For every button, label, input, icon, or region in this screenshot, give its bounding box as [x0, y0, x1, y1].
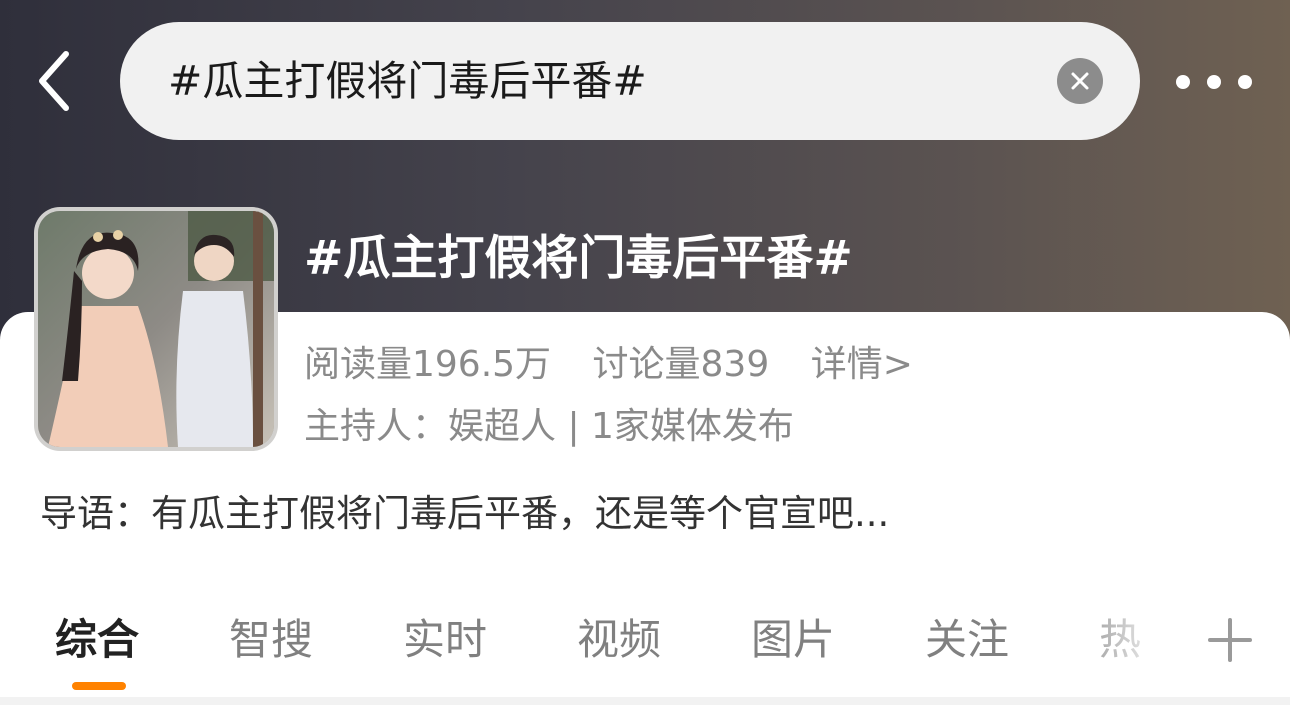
tab-following[interactable]: 关注	[925, 608, 1009, 672]
tab-bar: 综合 智搜 实时 视频 图片 关注 热	[0, 608, 1290, 672]
topic-stats: 阅读量196.5万 讨论量839 详情>	[304, 340, 913, 390]
active-tab-indicator	[72, 682, 126, 690]
add-tab-button[interactable]	[1202, 612, 1258, 668]
more-dot-icon	[1176, 75, 1190, 89]
search-input[interactable]	[168, 22, 1028, 140]
discussion-count: 讨论量839	[592, 344, 770, 385]
back-button[interactable]	[26, 46, 82, 116]
tab-images[interactable]: 图片	[751, 608, 835, 672]
tab-video[interactable]: 视频	[577, 608, 661, 672]
plus-icon	[1208, 618, 1252, 662]
detail-link[interactable]: 详情>	[811, 340, 913, 390]
clear-search-button[interactable]	[1057, 58, 1103, 104]
cover-photo	[38, 211, 274, 447]
tab-realtime[interactable]: 实时	[403, 608, 487, 672]
topic-host: 主持人：娱超人 | 1家媒体发布	[304, 406, 794, 447]
search-bar	[120, 22, 1140, 140]
chevron-left-icon	[39, 51, 69, 111]
more-dot-icon	[1238, 75, 1252, 89]
close-icon	[1071, 72, 1089, 90]
more-options-button[interactable]	[1176, 62, 1252, 102]
topic-title: #瓜主打假将门毒后平番#	[304, 231, 853, 286]
more-dot-icon	[1207, 75, 1221, 89]
topic-cover-image[interactable]	[34, 207, 278, 451]
tab-comprehensive[interactable]: 综合	[55, 608, 139, 672]
bottom-divider	[0, 697, 1290, 705]
read-count: 阅读量196.5万	[304, 344, 552, 385]
tab-smart-search[interactable]: 智搜	[229, 608, 313, 672]
tab-hot[interactable]: 热	[1099, 608, 1141, 672]
topic-intro: 导语：有瓜主打假将门毒后平番，还是等个官宣吧...	[40, 492, 890, 535]
